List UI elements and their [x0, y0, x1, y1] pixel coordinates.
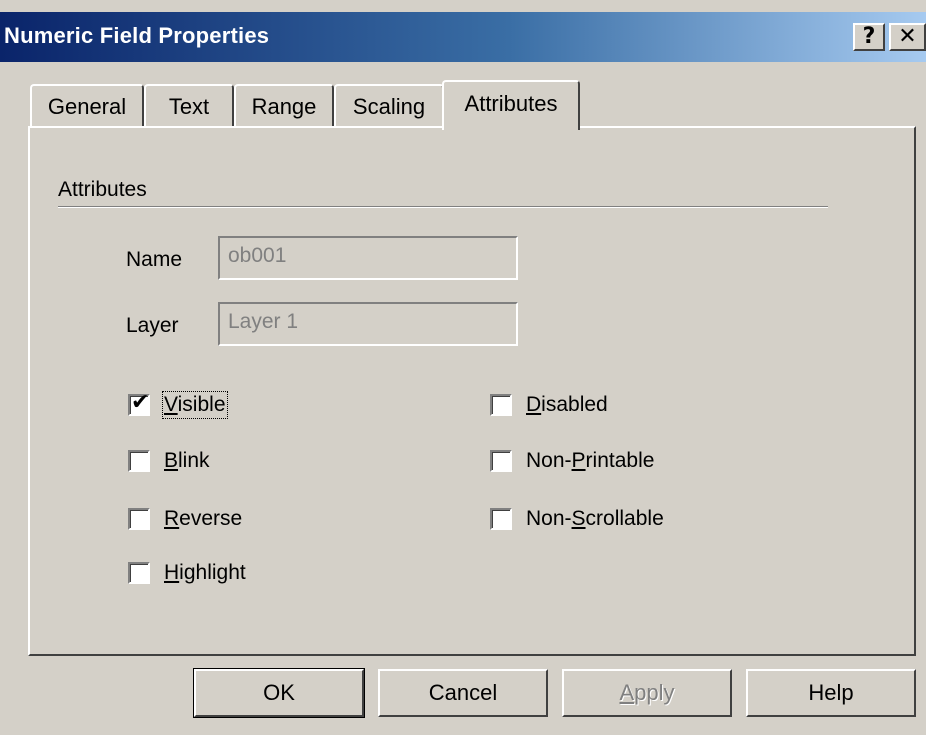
- name-label: Name: [126, 248, 183, 271]
- tab-range[interactable]: Range: [234, 84, 334, 128]
- non-printable-label: Non-Printable: [526, 449, 655, 472]
- help-caption-button[interactable]: ?: [853, 23, 885, 51]
- close-button[interactable]: ✕: [889, 23, 926, 51]
- reverse-label: Reverse: [164, 507, 243, 530]
- visible-checkbox[interactable]: ✔ Visible: [128, 390, 228, 420]
- checkbox-box[interactable]: [490, 450, 512, 472]
- group-label-attributes: Attributes: [58, 178, 147, 201]
- window-title: Numeric Field Properties: [4, 23, 270, 48]
- visible-label: Visible: [162, 391, 228, 419]
- layer-label: Layer: [126, 314, 179, 337]
- question-mark-icon: ?: [862, 24, 876, 49]
- tab-scaling[interactable]: Scaling: [334, 84, 444, 128]
- non-scrollable-label: Non-Scrollable: [526, 507, 664, 530]
- checkmark-icon: ✔: [131, 390, 150, 415]
- tab-panel-attributes: Attributes Name ob001 Layer Layer 1 ✔ Vi…: [28, 126, 916, 656]
- highlight-label: Highlight: [164, 561, 246, 584]
- apply-button[interactable]: Apply: [562, 669, 732, 717]
- title-bar[interactable]: Numeric Field Properties ? ✕: [0, 12, 926, 62]
- tab-attributes[interactable]: Attributes: [442, 80, 580, 130]
- highlight-checkbox[interactable]: Highlight: [128, 558, 246, 588]
- disabled-checkbox[interactable]: Disabled: [490, 390, 608, 420]
- tab-general[interactable]: General: [30, 84, 144, 128]
- name-field[interactable]: ob001: [218, 236, 518, 280]
- blink-checkbox[interactable]: Blink: [128, 446, 210, 476]
- non-printable-checkbox[interactable]: Non-Printable: [490, 446, 654, 476]
- reverse-checkbox[interactable]: Reverse: [128, 504, 242, 534]
- disabled-label: Disabled: [526, 393, 608, 416]
- non-scrollable-checkbox[interactable]: Non-Scrollable: [490, 504, 664, 534]
- cancel-button[interactable]: Cancel: [378, 669, 548, 717]
- close-icon: ✕: [898, 24, 917, 49]
- ok-button[interactable]: OK: [193, 668, 365, 718]
- checkbox-box[interactable]: [128, 450, 150, 472]
- checkbox-box[interactable]: ✔: [128, 390, 150, 416]
- dialog-window: Numeric Field Properties ? ✕ General Tex…: [0, 0, 926, 735]
- checkbox-box[interactable]: [490, 508, 512, 530]
- checkbox-box[interactable]: [128, 562, 150, 584]
- tab-text[interactable]: Text: [144, 84, 234, 128]
- checkbox-box[interactable]: [490, 394, 512, 416]
- checkbox-box[interactable]: [128, 508, 150, 530]
- help-button[interactable]: Help: [746, 669, 916, 717]
- layer-field[interactable]: Layer 1: [218, 302, 518, 346]
- group-divider: [58, 206, 828, 208]
- blink-label: Blink: [164, 449, 210, 472]
